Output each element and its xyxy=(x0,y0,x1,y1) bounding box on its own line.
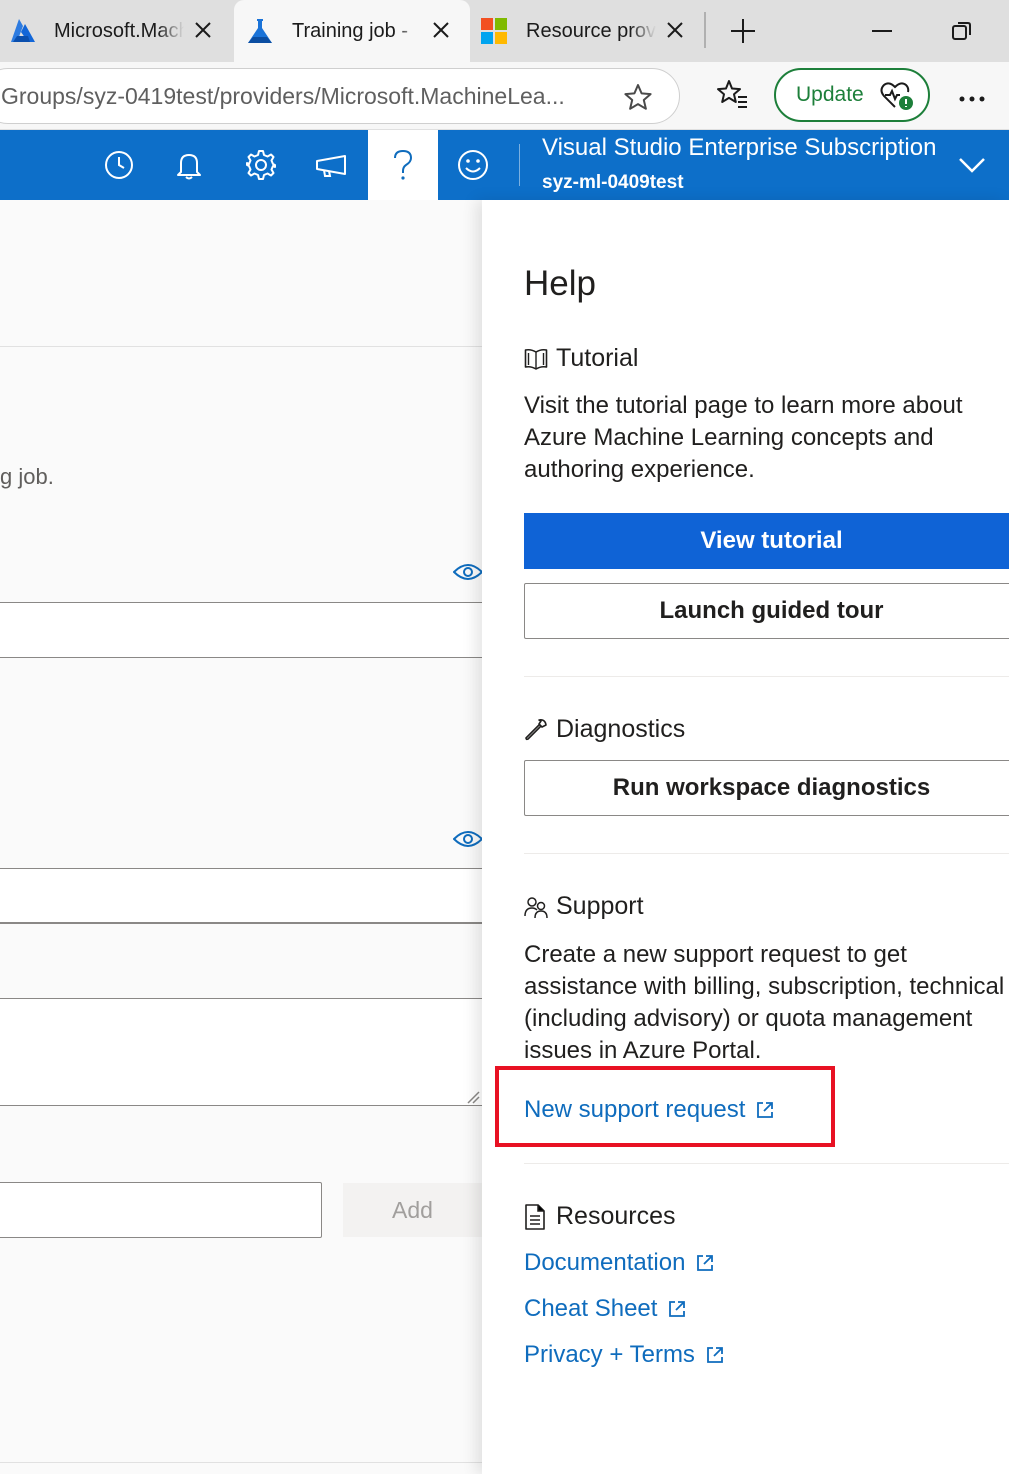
view-tutorial-button[interactable]: View tutorial xyxy=(524,513,1009,569)
divider xyxy=(0,346,482,347)
browser-tab[interactable]: Resource provid xyxy=(472,0,704,62)
health-heart-icon xyxy=(880,81,914,117)
settings-button[interactable] xyxy=(226,130,296,200)
clock-icon xyxy=(105,151,133,179)
browser-tab-active[interactable]: Training job - xyxy=(234,0,470,62)
question-mark-icon xyxy=(394,149,413,180)
external-link-icon xyxy=(695,1253,715,1273)
tutorial-description: Visit the tutorial page to learn more ab… xyxy=(524,392,963,483)
browser-tab[interactable]: Microsoft.Machine xyxy=(0,0,232,62)
document-icon xyxy=(524,1203,548,1230)
text-input[interactable] xyxy=(0,868,482,924)
url-input[interactable]: Groups/syz-0419test/providers/Microsoft.… xyxy=(0,68,680,124)
favorites-icon[interactable] xyxy=(716,79,748,114)
cheat-sheet-label: Cheat Sheet xyxy=(524,1295,658,1322)
close-icon[interactable] xyxy=(428,17,454,43)
megaphone-icon xyxy=(316,155,346,177)
minimize-icon xyxy=(872,30,892,32)
external-link-icon xyxy=(705,1345,725,1365)
browser-tab-strip: Microsoft.Machine Training job - Resourc… xyxy=(0,0,1009,62)
close-icon[interactable] xyxy=(662,17,688,43)
resize-handle-icon[interactable] xyxy=(466,1090,480,1104)
smiley-feedback-button[interactable] xyxy=(438,130,508,200)
documentation-label: Documentation xyxy=(524,1249,686,1276)
new-tab-button[interactable] xyxy=(713,0,773,62)
notifications-button[interactable] xyxy=(154,130,224,200)
highlight-box xyxy=(495,1066,835,1147)
smiley-icon xyxy=(458,150,488,180)
tutorial-heading: Tutorial xyxy=(524,344,638,373)
book-icon xyxy=(524,347,548,371)
tab-title: Microsoft.Machine xyxy=(54,19,184,42)
help-panel-title: Help xyxy=(524,264,596,303)
section-divider xyxy=(524,1163,1009,1164)
diagnostics-heading: Diagnostics xyxy=(524,715,685,744)
url-text: Groups/syz-0419test/providers/Microsoft.… xyxy=(1,83,565,109)
favorite-star-icon[interactable] xyxy=(623,83,653,116)
more-options-icon[interactable] xyxy=(958,90,986,108)
people-icon xyxy=(524,895,548,919)
diagnostics-heading-label: Diagnostics xyxy=(556,715,686,743)
background-description-text: g job. xyxy=(0,464,54,489)
external-link-icon xyxy=(667,1299,687,1319)
plus-icon xyxy=(731,19,755,43)
documentation-link[interactable]: Documentation xyxy=(524,1249,715,1277)
section-divider xyxy=(524,676,1009,677)
tab-divider xyxy=(704,12,706,48)
eye-icon[interactable] xyxy=(453,829,482,849)
tag-input[interactable] xyxy=(0,1182,322,1238)
microsoft-logo-icon xyxy=(480,17,508,45)
update-label: Update xyxy=(796,83,864,106)
close-icon[interactable] xyxy=(190,17,216,43)
chevron-down-icon[interactable] xyxy=(958,156,986,179)
support-description: Create a new support request to get assi… xyxy=(524,941,1005,1064)
text-input[interactable] xyxy=(0,602,482,658)
tab-title: Training job - xyxy=(292,19,408,42)
subscription-name[interactable]: Visual Studio Enterprise Subscription xyxy=(542,134,936,162)
bell-icon xyxy=(177,154,201,180)
help-button[interactable] xyxy=(368,130,438,200)
workspace-name[interactable]: syz-ml-0409test xyxy=(542,172,684,194)
resources-heading: Resources xyxy=(524,1202,676,1231)
recent-history-button[interactable] xyxy=(84,130,154,200)
wrench-icon xyxy=(524,718,548,742)
divider xyxy=(0,922,482,923)
privacy-terms-link[interactable]: Privacy + Terms xyxy=(524,1341,725,1369)
update-button[interactable]: Update xyxy=(774,68,930,122)
restore-icon xyxy=(952,22,971,40)
tutorial-heading-label: Tutorial xyxy=(556,344,639,372)
launch-guided-tour-button[interactable]: Launch guided tour xyxy=(524,583,1009,639)
feedback-announcement-button[interactable] xyxy=(296,130,366,200)
section-divider xyxy=(524,853,1009,854)
textarea-input[interactable] xyxy=(0,998,482,1106)
restore-button[interactable] xyxy=(932,0,992,62)
header-divider xyxy=(519,144,520,186)
azure-ml-flask-icon xyxy=(246,17,274,45)
background-page: g job. Add xyxy=(0,200,482,1474)
address-bar: Groups/syz-0419test/providers/Microsoft.… xyxy=(0,62,1009,130)
eye-icon[interactable] xyxy=(453,562,482,582)
run-workspace-diagnostics-button[interactable]: Run workspace diagnostics xyxy=(524,760,1009,816)
privacy-terms-label: Privacy + Terms xyxy=(524,1341,695,1368)
minimize-button[interactable] xyxy=(852,0,912,62)
support-heading-label: Support xyxy=(556,892,644,920)
resources-heading-label: Resources xyxy=(556,1202,676,1230)
gear-icon xyxy=(246,150,276,180)
azure-icon xyxy=(8,17,36,45)
tab-title: Resource provid xyxy=(526,19,656,42)
cheat-sheet-link[interactable]: Cheat Sheet xyxy=(524,1295,687,1323)
divider xyxy=(0,1462,482,1463)
support-heading: Support xyxy=(524,892,644,921)
add-button[interactable]: Add xyxy=(343,1183,482,1237)
